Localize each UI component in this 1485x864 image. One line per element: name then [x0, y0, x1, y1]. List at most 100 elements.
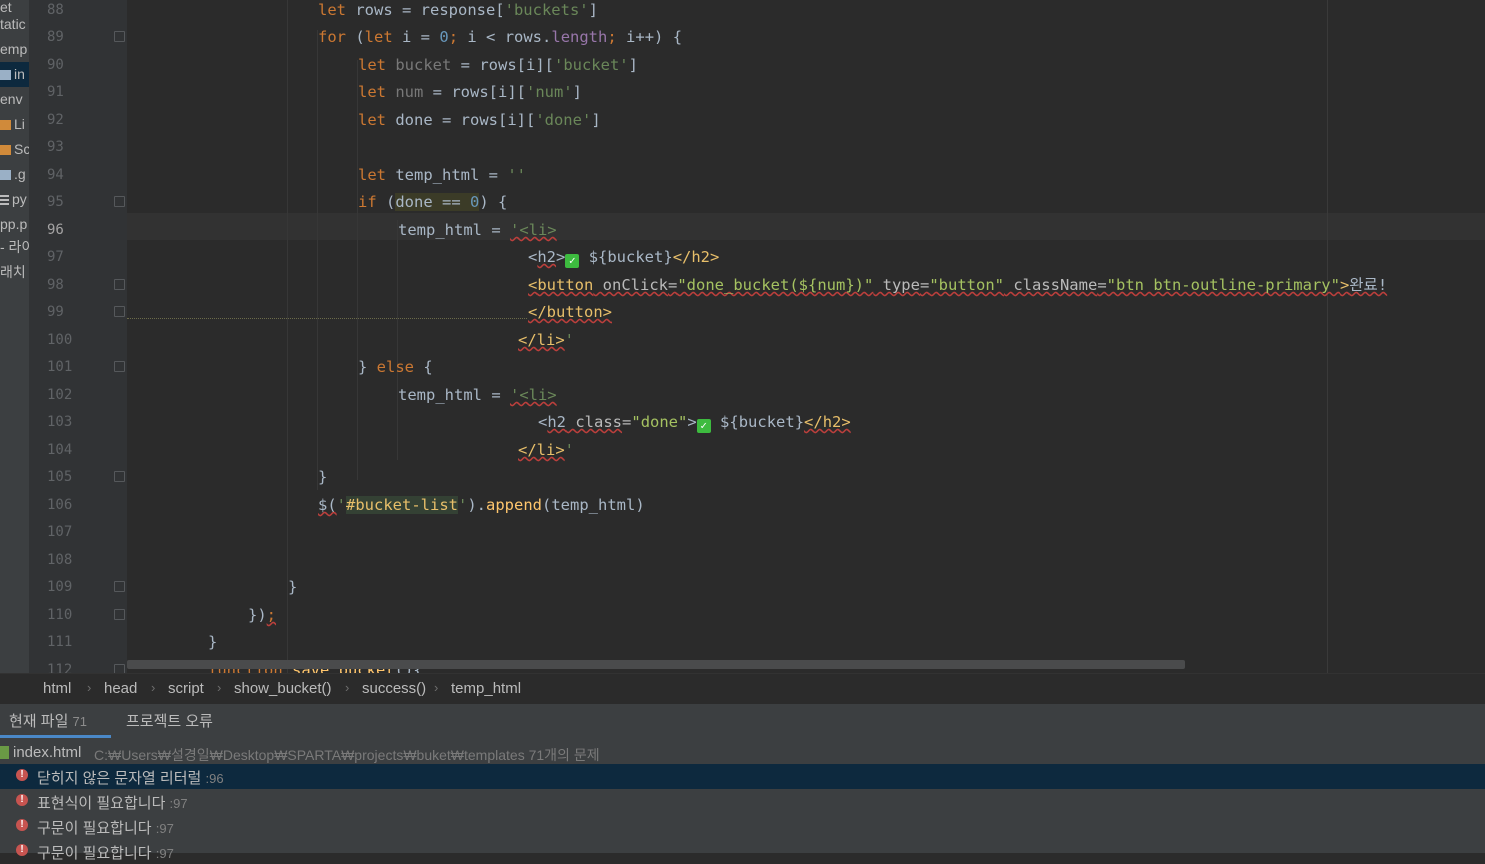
line-number-gutter[interactable]: 88 89 90 91 92 93 94 95 96 97 98 99 100 …: [29, 0, 127, 673]
line-number: 108: [47, 552, 73, 568]
line-number: 99: [47, 304, 64, 320]
line-number: 88: [47, 2, 64, 18]
chevron-right-icon: ›: [87, 680, 92, 695]
breadcrumb-item[interactable]: success(): [362, 680, 426, 697]
fold-marker-icon[interactable]: [114, 279, 125, 290]
problems-panel: 현재 파일 71 프로젝트 오류 index.html C:₩Users₩설경일…: [0, 704, 1485, 862]
checkmark-emoji-icon: ✓: [696, 419, 711, 433]
tree-item[interactable]: 래치: [0, 260, 26, 285]
tree-item-selected[interactable]: in: [0, 62, 29, 87]
tree-item[interactable]: Sc: [0, 137, 29, 162]
problem-item[interactable]: ! 구문이 필요합니다 :97: [0, 839, 1485, 864]
error-icon: !: [16, 819, 28, 831]
breadcrumb-item[interactable]: temp_html: [451, 680, 521, 697]
code-line-109[interactable]: }: [288, 577, 297, 604]
code-line-99[interactable]: </button>: [528, 302, 612, 329]
fold-marker-icon[interactable]: [114, 31, 125, 42]
code-line-95[interactable]: if (done == 0) {: [358, 192, 507, 219]
fold-marker-icon[interactable]: [114, 581, 125, 592]
chevron-right-icon: ›: [217, 680, 222, 695]
code-line-105[interactable]: }: [318, 467, 327, 494]
code-line-94[interactable]: let temp_html = '': [358, 165, 526, 192]
folder-icon: [0, 120, 11, 130]
line-number: 97: [47, 249, 64, 265]
breadcrumb-item[interactable]: script: [168, 680, 204, 697]
line-number: 89: [47, 29, 64, 45]
line-number: 102: [47, 387, 73, 403]
error-icon: !: [16, 844, 28, 856]
line-number: 105: [47, 469, 73, 485]
fold-marker-icon[interactable]: [114, 664, 125, 673]
chevron-right-icon: ›: [345, 680, 350, 695]
code-line-102[interactable]: temp_html = '<li>: [398, 385, 557, 412]
fold-marker-icon[interactable]: [114, 609, 125, 620]
fold-marker-icon[interactable]: [114, 471, 125, 482]
code-line-101[interactable]: } else {: [358, 357, 433, 384]
problem-item[interactable]: ! 표현식이 필요합니다 :97: [0, 789, 1485, 814]
tree-item[interactable]: emp: [0, 37, 27, 62]
tab-project-errors[interactable]: 프로젝트 오류: [126, 710, 213, 731]
fold-marker-icon[interactable]: [114, 361, 125, 372]
error-icon: !: [16, 794, 28, 806]
line-number: 109: [47, 579, 73, 595]
breadcrumb-item[interactable]: show_bucket(): [234, 680, 332, 697]
tree-item[interactable]: py: [0, 187, 27, 212]
text-file-icon: [0, 195, 9, 205]
code-line-92[interactable]: let done = rows[i]['done']: [358, 110, 601, 137]
breadcrumb: html › head › script › show_bucket() › s…: [0, 673, 1485, 705]
tree-item[interactable]: env: [0, 87, 23, 112]
line-number-current: 96: [47, 222, 64, 238]
line-number: 98: [47, 277, 64, 293]
breadcrumb-item[interactable]: head: [104, 680, 137, 697]
code-line-97[interactable]: <h2> ✓ ${bucket}</h2>: [528, 247, 719, 274]
code-line-106[interactable]: $('#bucket-list').append(temp_html): [318, 495, 645, 522]
code-line-104[interactable]: </li>': [518, 440, 574, 467]
chevron-right-icon: ›: [151, 680, 156, 695]
code-editor[interactable]: let rows = response['buckets'] for (let …: [127, 0, 1485, 673]
code-line-88[interactable]: let rows = response['buckets']: [318, 0, 598, 27]
active-tab-indicator: [0, 735, 111, 738]
line-number: 103: [47, 414, 73, 430]
line-number: 91: [47, 84, 64, 100]
project-tree: et tatic emp in env Li Sc .g py pp.p - 라…: [0, 0, 29, 673]
indent-guide: [287, 0, 288, 673]
fold-marker-icon[interactable]: [114, 306, 125, 317]
line-number: 93: [47, 139, 64, 155]
line-number: 110: [47, 607, 73, 623]
tree-item[interactable]: pp.p: [0, 212, 27, 237]
problem-item[interactable]: ! 구문이 필요합니다 :97: [0, 814, 1485, 839]
error-underline: [127, 318, 527, 319]
line-number: 107: [47, 524, 73, 540]
code-line-111[interactable]: }: [208, 632, 217, 659]
line-number: 106: [47, 497, 73, 513]
tree-item[interactable]: - 라이: [0, 235, 29, 260]
line-number: 100: [47, 332, 73, 348]
tree-item[interactable]: Li: [0, 112, 25, 137]
right-margin-guide: [1327, 0, 1328, 673]
horizontal-scrollbar[interactable]: [127, 660, 1185, 669]
code-line-96[interactable]: temp_html = '<li>: [398, 220, 557, 247]
line-number: 95: [47, 194, 64, 210]
line-number: 101: [47, 359, 73, 375]
code-line-103[interactable]: <h2 class="done"> ✓ ${bucket}</h2>: [538, 412, 851, 439]
tree-item[interactable]: tatic: [0, 12, 26, 37]
html-file-icon: [0, 746, 9, 759]
folder-icon: [0, 145, 11, 155]
code-line-91[interactable]: let num = rows[i]['num']: [358, 82, 582, 109]
problem-file-row[interactable]: index.html C:₩Users₩설경일₩Desktop₩SPARTA₩p…: [0, 741, 1485, 765]
line-number: 111: [47, 634, 73, 650]
tree-item[interactable]: .g: [0, 162, 26, 187]
code-line-100[interactable]: </li>': [518, 330, 574, 357]
code-line-98[interactable]: <button onClick="done_bucket(${num})" ty…: [528, 275, 1387, 302]
code-line-110[interactable]: });: [248, 605, 276, 632]
problem-item[interactable]: ! 닫히지 않은 문자열 리터럴 :96: [0, 764, 1485, 789]
line-number: 104: [47, 442, 73, 458]
indent-guide: [317, 30, 318, 490]
code-line-89[interactable]: for (let i = 0; i < rows.length; i++) {: [318, 27, 682, 54]
breadcrumb-item[interactable]: html: [43, 680, 71, 697]
fold-marker-icon[interactable]: [114, 196, 125, 207]
current-line-highlight: [127, 213, 1485, 240]
tab-current-file[interactable]: 현재 파일 71: [9, 710, 87, 731]
code-line-90[interactable]: let bucket = rows[i]['bucket']: [358, 55, 638, 82]
line-number: 94: [47, 167, 64, 183]
